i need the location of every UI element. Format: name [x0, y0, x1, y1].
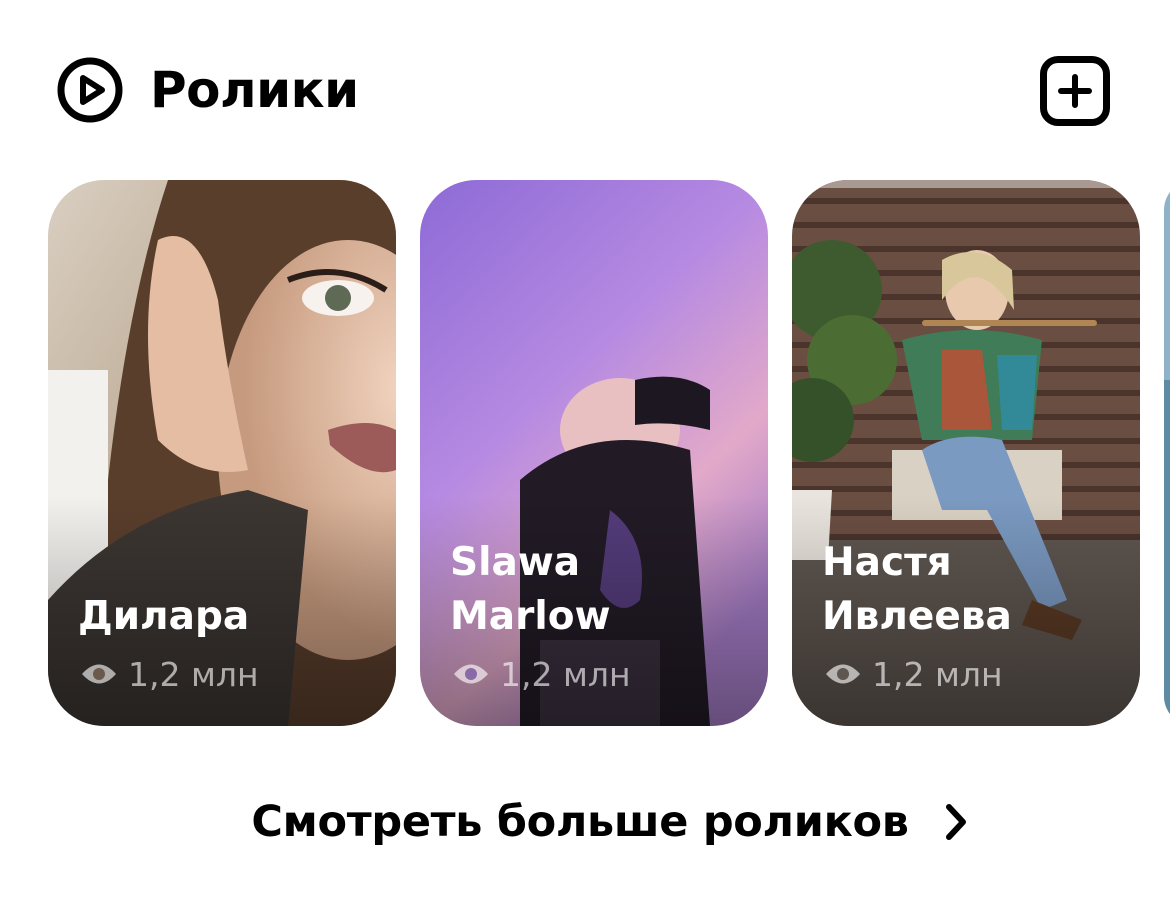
video-card[interactable]: Дилара 1,2 млн	[48, 180, 396, 726]
views-count: 1,2 млн	[80, 654, 259, 694]
views-count: 1,2 млн	[824, 654, 1003, 694]
video-card[interactable]: Настя Ивлеева 1,2 млн	[792, 180, 1140, 726]
play-circle-icon	[57, 57, 123, 123]
views-count: 1,2 млн	[452, 654, 631, 694]
video-card[interactable]: Slawa Marlow 1,2 млн	[420, 180, 768, 726]
views-value: 1,2 млн	[872, 654, 1003, 694]
chevron-right-icon	[945, 804, 966, 840]
see-more-videos-link[interactable]: Смотреть больше роликов	[0, 790, 1170, 854]
author-name: Slawa Marlow	[450, 540, 611, 639]
views-value: 1,2 млн	[128, 654, 259, 694]
author-name: Дилара	[78, 594, 250, 639]
video-thumbnail	[1164, 180, 1170, 726]
section-title: Ролики	[150, 61, 359, 119]
video-card[interactable]	[1164, 180, 1170, 726]
author-name: Настя Ивлеева	[822, 540, 1012, 639]
add-video-button[interactable]	[1040, 56, 1110, 126]
eye-icon	[826, 664, 860, 684]
eye-icon	[82, 664, 116, 684]
views-value: 1,2 млн	[500, 654, 631, 694]
videos-carousel[interactable]: Дилара 1,2 млн Slawa Marlow 1,2 млн Наст…	[0, 180, 1170, 728]
plus-icon	[1058, 74, 1092, 108]
eye-icon	[454, 664, 488, 684]
section-header: Ролики	[0, 0, 1170, 180]
see-more-label: Смотреть больше роликов	[251, 797, 909, 847]
